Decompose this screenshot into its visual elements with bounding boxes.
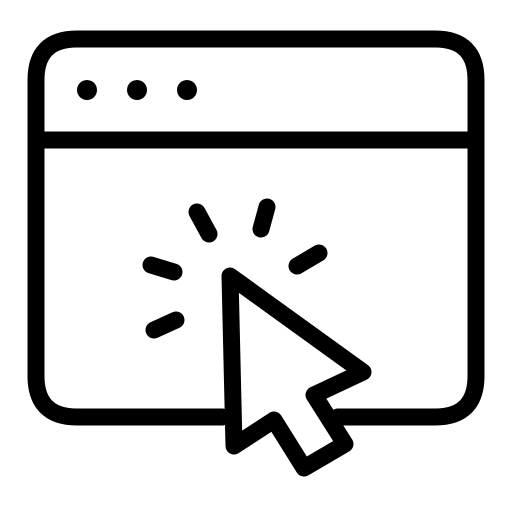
browser-click-icon-svg: [27, 30, 485, 477]
window-dot-3: [177, 80, 197, 100]
burst-line-bottom-left: [145, 311, 185, 339]
cursor-arrow-icon: [221, 267, 372, 477]
burst-line-top-left: [188, 203, 218, 243]
burst-line-left: [142, 256, 183, 281]
browser-click-icon: [0, 0, 512, 512]
window-dot-1: [77, 80, 97, 100]
burst-line-right: [288, 244, 328, 275]
burst-line-top-right: [252, 198, 276, 238]
window-dot-2: [127, 80, 147, 100]
